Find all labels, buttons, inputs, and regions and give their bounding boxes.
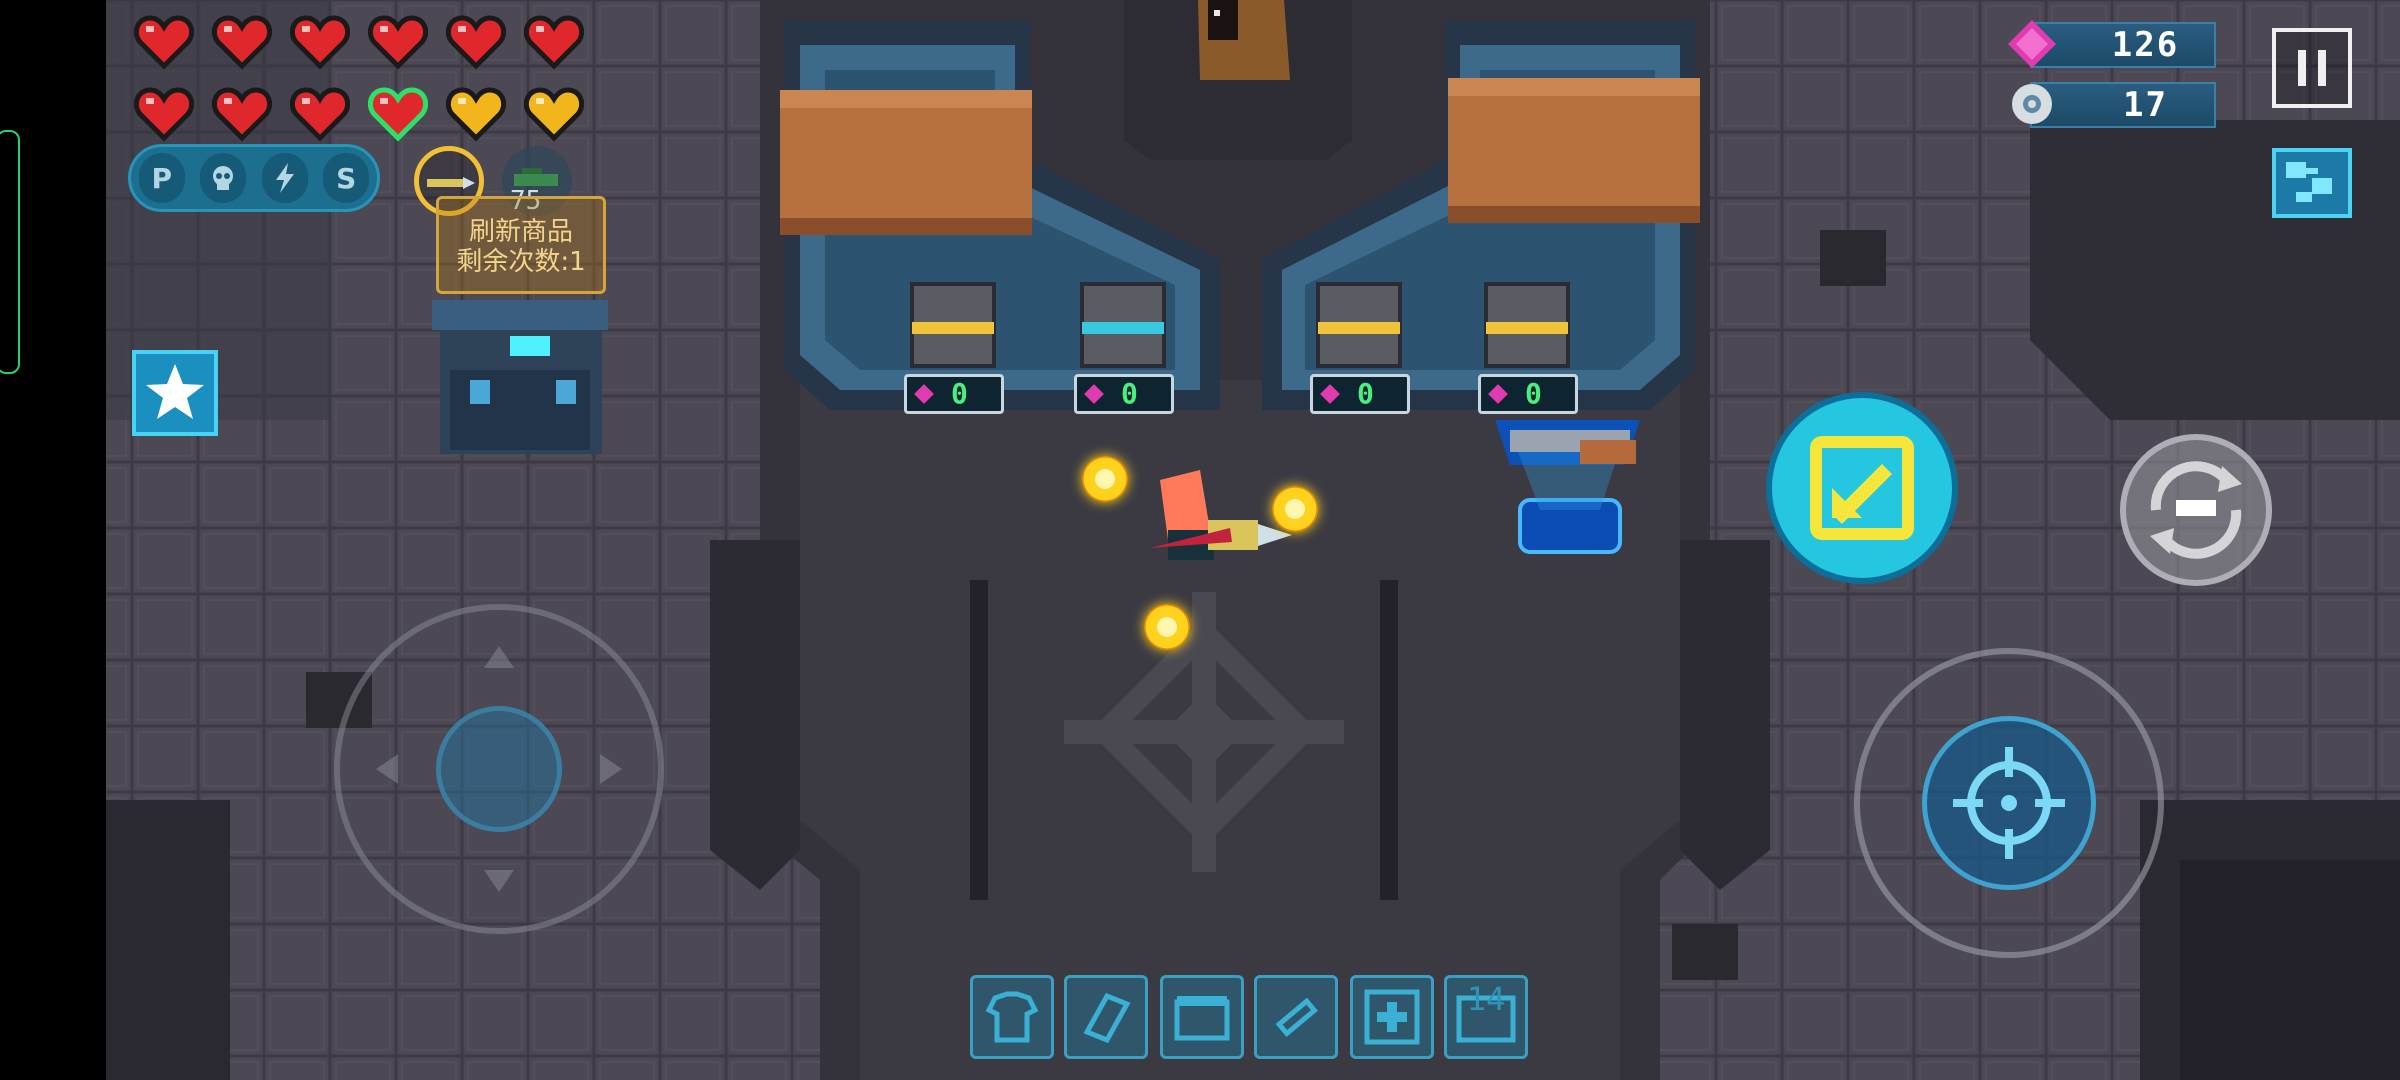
heart-icon <box>133 14 195 70</box>
heart-icon <box>133 86 195 142</box>
bullet-projectile <box>1144 604 1190 650</box>
skill-s[interactable]: S <box>323 153 370 203</box>
inventory-count: 14 <box>1466 980 1506 1018</box>
heart-icon <box>367 14 429 70</box>
energy-counter: 17 <box>2030 82 2216 128</box>
refresh-remaining: 剩余次数:1 <box>456 247 586 277</box>
shop-refresh-panel[interactable]: 刷新商品 剩余次数:1 <box>436 196 606 294</box>
game-screen: P S 75 刷新商品 剩余次数:1 0 0 0 0 126 17 14 <box>0 0 2400 1080</box>
gem-icon <box>1320 384 1340 404</box>
inventory-slot-shirt[interactable] <box>970 975 1054 1059</box>
inventory-slot-chest[interactable] <box>1160 975 1244 1059</box>
character-skill-button[interactable] <box>132 350 218 436</box>
lightning-icon[interactable] <box>261 153 308 203</box>
price-value: 0 <box>951 377 968 410</box>
attack-joystick[interactable] <box>1854 648 2164 958</box>
ability-icon <box>1810 436 1914 540</box>
parts-icon <box>2012 84 2052 124</box>
price-value: 0 <box>1357 377 1374 410</box>
inventory-slot-cards[interactable] <box>1064 975 1148 1059</box>
heart-icon <box>523 14 585 70</box>
energy-count: 17 <box>2123 85 2168 125</box>
shirt-icon <box>985 991 1039 1043</box>
plus-icon <box>1364 989 1420 1045</box>
gem-icon <box>914 384 934 404</box>
attack-button[interactable] <box>1922 716 2096 890</box>
armor-heart-icon <box>523 86 585 142</box>
inventory-slot-heal[interactable] <box>1350 975 1434 1059</box>
refresh-title: 刷新商品 <box>468 217 573 247</box>
star-icon <box>146 364 204 419</box>
bullet-projectile <box>1272 486 1318 532</box>
heart-icon <box>211 86 273 142</box>
heart-icon <box>367 86 429 142</box>
skill-bar[interactable]: P S <box>128 144 380 212</box>
minimap-button[interactable] <box>2272 148 2352 218</box>
ability-button[interactable] <box>1766 392 1958 584</box>
heart-row <box>133 86 585 142</box>
cards-icon <box>1083 992 1131 1044</box>
gem-count: 126 <box>2111 25 2180 65</box>
skull-icon[interactable] <box>200 153 247 203</box>
pause-button[interactable] <box>2272 28 2352 108</box>
gem-icon <box>1488 384 1508 404</box>
price-tag: 0 <box>1310 374 1410 414</box>
swap-weapon-button[interactable] <box>2120 434 2272 586</box>
armor-heart-icon <box>445 86 507 142</box>
skill-p[interactable]: P <box>138 153 185 203</box>
heart-icon <box>289 86 351 142</box>
heart-icon <box>211 14 273 70</box>
gem-icon <box>1084 384 1104 404</box>
chest-icon <box>1174 996 1230 1041</box>
price-value: 0 <box>1121 377 1138 410</box>
price-value: 0 <box>1525 377 1542 410</box>
heart-icon <box>445 14 507 70</box>
joystick-thumb[interactable] <box>436 706 562 832</box>
pause-icon <box>2298 50 2326 86</box>
price-tag: 0 <box>1478 374 1578 414</box>
heart-row <box>133 14 585 70</box>
gem-icon <box>2008 20 2056 68</box>
heart-icon <box>289 14 351 70</box>
map-icon <box>2286 162 2332 202</box>
health-hearts <box>133 14 585 158</box>
crosshair-icon <box>1953 747 2065 859</box>
swap-icon <box>2150 461 2242 559</box>
movement-joystick[interactable] <box>334 604 664 934</box>
price-tag: 0 <box>1074 374 1174 414</box>
syringe-icon <box>1275 997 1318 1038</box>
price-tag: 0 <box>904 374 1004 414</box>
device-edge-indicator <box>0 130 20 374</box>
bullet-projectile <box>1082 456 1128 502</box>
inventory-slot-syringe[interactable] <box>1254 975 1338 1059</box>
